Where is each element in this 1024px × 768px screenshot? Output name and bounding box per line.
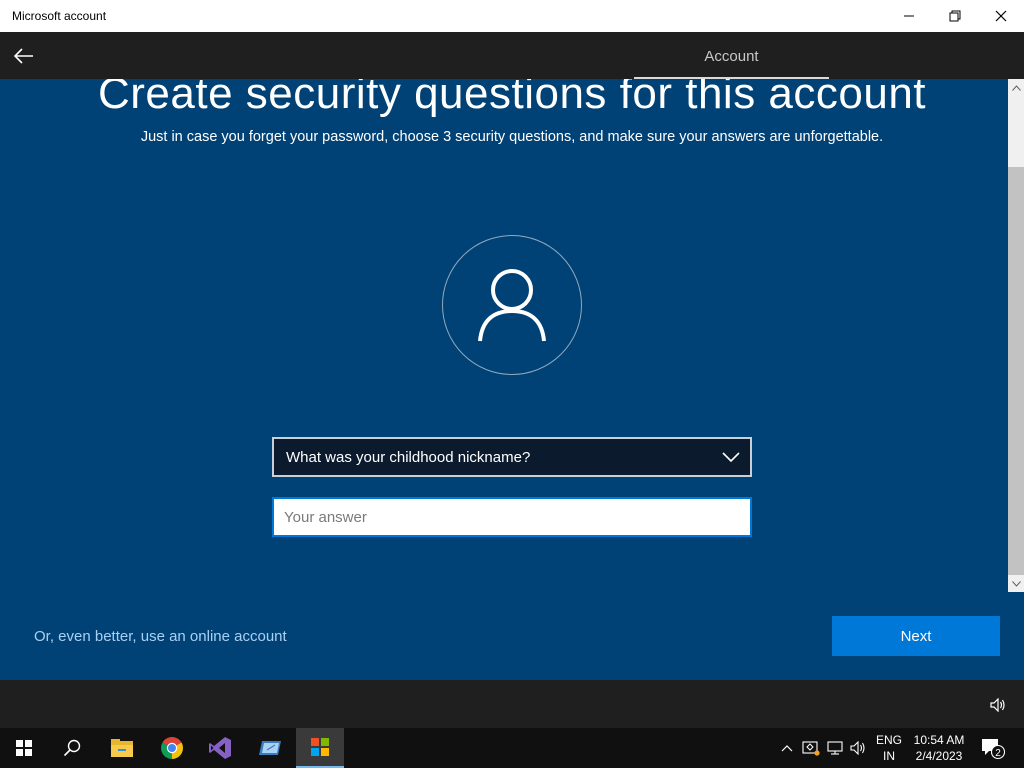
security-answer-input[interactable] [272,497,752,537]
bottom-bar [0,680,1024,728]
security-tray-button[interactable] [801,738,821,758]
taskbar: ENG IN 10:54 AM 2/4/2023 2 [0,728,1024,768]
chevron-up-icon [1011,84,1021,91]
close-button[interactable] [978,0,1024,32]
search-button[interactable] [48,728,96,768]
tray-volume-button[interactable] [848,738,868,758]
file-explorer-button[interactable] [98,728,146,768]
chevron-up-icon [781,745,793,752]
restore-icon [949,10,961,22]
app-button[interactable] [246,728,294,768]
close-icon [995,10,1007,22]
network-button[interactable] [825,738,845,758]
action-center-button[interactable]: 2 [978,734,1008,762]
scroll-track[interactable] [1008,96,1024,166]
restore-button[interactable] [932,0,978,32]
file-explorer-icon [111,739,133,757]
chevron-down-icon [1011,580,1021,587]
security-alert-icon [802,741,820,756]
header-bar: Account [0,32,1024,79]
visual-studio-icon [209,737,231,759]
vertical-scrollbar[interactable] [1008,79,1024,592]
language-code: ENG [875,733,902,747]
user-icon [478,269,546,342]
notification-count: 2 [995,748,1001,759]
page-subtitle: Just in case you forget your password, c… [140,129,884,145]
minimize-icon [904,15,914,17]
microsoft-store-icon [311,738,329,756]
volume-icon [990,698,1005,712]
taskbar-clock[interactable]: 10:54 AM 2/4/2023 [908,732,970,764]
main-content: Create security questions for this accou… [0,79,1024,680]
chrome-icon [161,737,183,759]
chevron-down-icon [722,452,740,463]
header-title: Account [704,48,759,65]
app-icon [259,741,281,755]
next-button[interactable]: Next [832,616,1000,656]
start-button[interactable] [0,728,48,768]
volume-button[interactable] [980,694,1016,716]
input-language-indicator[interactable]: ENG IN [874,732,904,764]
scroll-up-button[interactable] [1008,79,1024,96]
security-question-select[interactable]: What was your childhood nickname? [272,437,752,477]
minimize-button[interactable] [886,0,932,32]
page-title: Create security questions for this accou… [97,79,927,118]
notification-icon: 2 [982,739,1006,760]
clock-date: 2/4/2023 [915,749,963,763]
online-account-link[interactable]: Or, even better, use an online account [34,628,287,645]
start-icon [16,740,32,756]
clock-time: 10:54 AM [913,733,965,747]
chrome-button[interactable] [148,728,196,768]
language-region: IN [883,749,895,763]
volume-icon [850,741,865,755]
avatar [442,235,582,375]
security-question-value: What was your childhood nickname? [286,448,531,466]
scroll-thumb[interactable] [1008,167,1024,575]
microsoft-store-button[interactable] [296,728,344,768]
show-hidden-icons-button[interactable] [777,738,797,758]
window-title: Microsoft account [12,9,107,23]
title-bar: Microsoft account [0,0,1024,32]
scroll-down-button[interactable] [1008,575,1024,592]
visual-studio-button[interactable] [196,728,244,768]
search-icon [63,739,81,757]
network-icon [827,741,843,755]
